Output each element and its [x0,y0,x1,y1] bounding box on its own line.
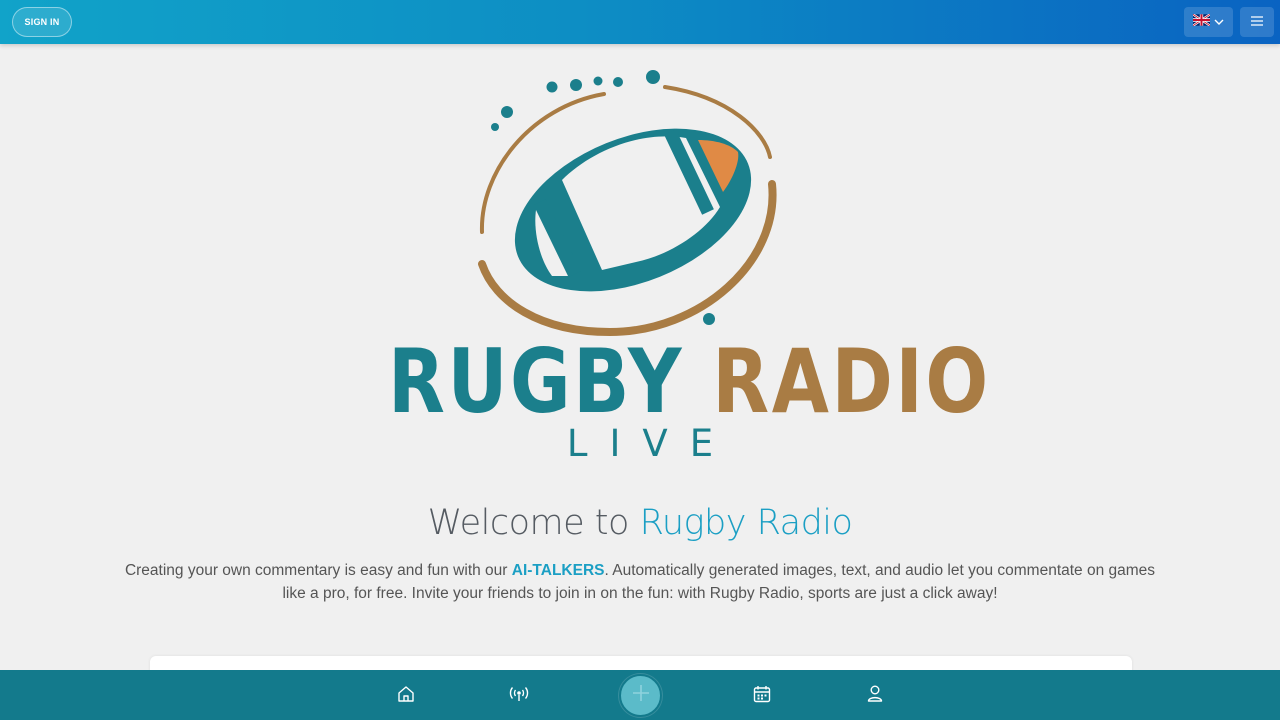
broadcast-icon [509,686,529,707]
logo-word-radio: RADIO [712,330,991,433]
home-icon [397,685,415,708]
nav-broadcast-button[interactable] [501,678,537,714]
welcome-prefix: Welcome to [427,503,640,543]
logo-wordmark: RUGBY RADIO [388,334,988,430]
top-bar: SIGN IN [0,0,1280,44]
sign-in-button[interactable]: SIGN IN [12,7,72,37]
hamburger-menu-icon [1251,13,1263,31]
welcome-brand: Rugby Radio [639,503,853,543]
add-icon [632,684,650,707]
nav-profile-button[interactable] [857,678,893,714]
logo-subtitle: LIVE [566,422,736,465]
menu-button[interactable] [1240,7,1274,37]
nav-home-button[interactable] [388,678,424,714]
intro-text: Creating your own commentary is easy and… [116,559,1164,605]
ai-talkers-highlight: AI-TALKERS [511,562,605,579]
rugby-radio-logo: RUGBY RADIO LIVE [340,62,988,470]
chevron-down-icon [1214,13,1224,31]
calendar-icon [753,685,771,708]
logo-word-rugby: RUGBY [388,330,685,433]
user-icon [867,685,883,707]
add-button[interactable] [619,674,662,717]
sign-in-label: SIGN IN [24,17,60,27]
language-selector[interactable] [1184,7,1233,37]
intro-part1: Creating your own commentary is easy and… [124,562,512,579]
welcome-heading: Welcome to Rugby Radio [0,503,1280,543]
uk-flag-icon [1192,13,1211,31]
nav-calendar-button[interactable] [744,678,780,714]
